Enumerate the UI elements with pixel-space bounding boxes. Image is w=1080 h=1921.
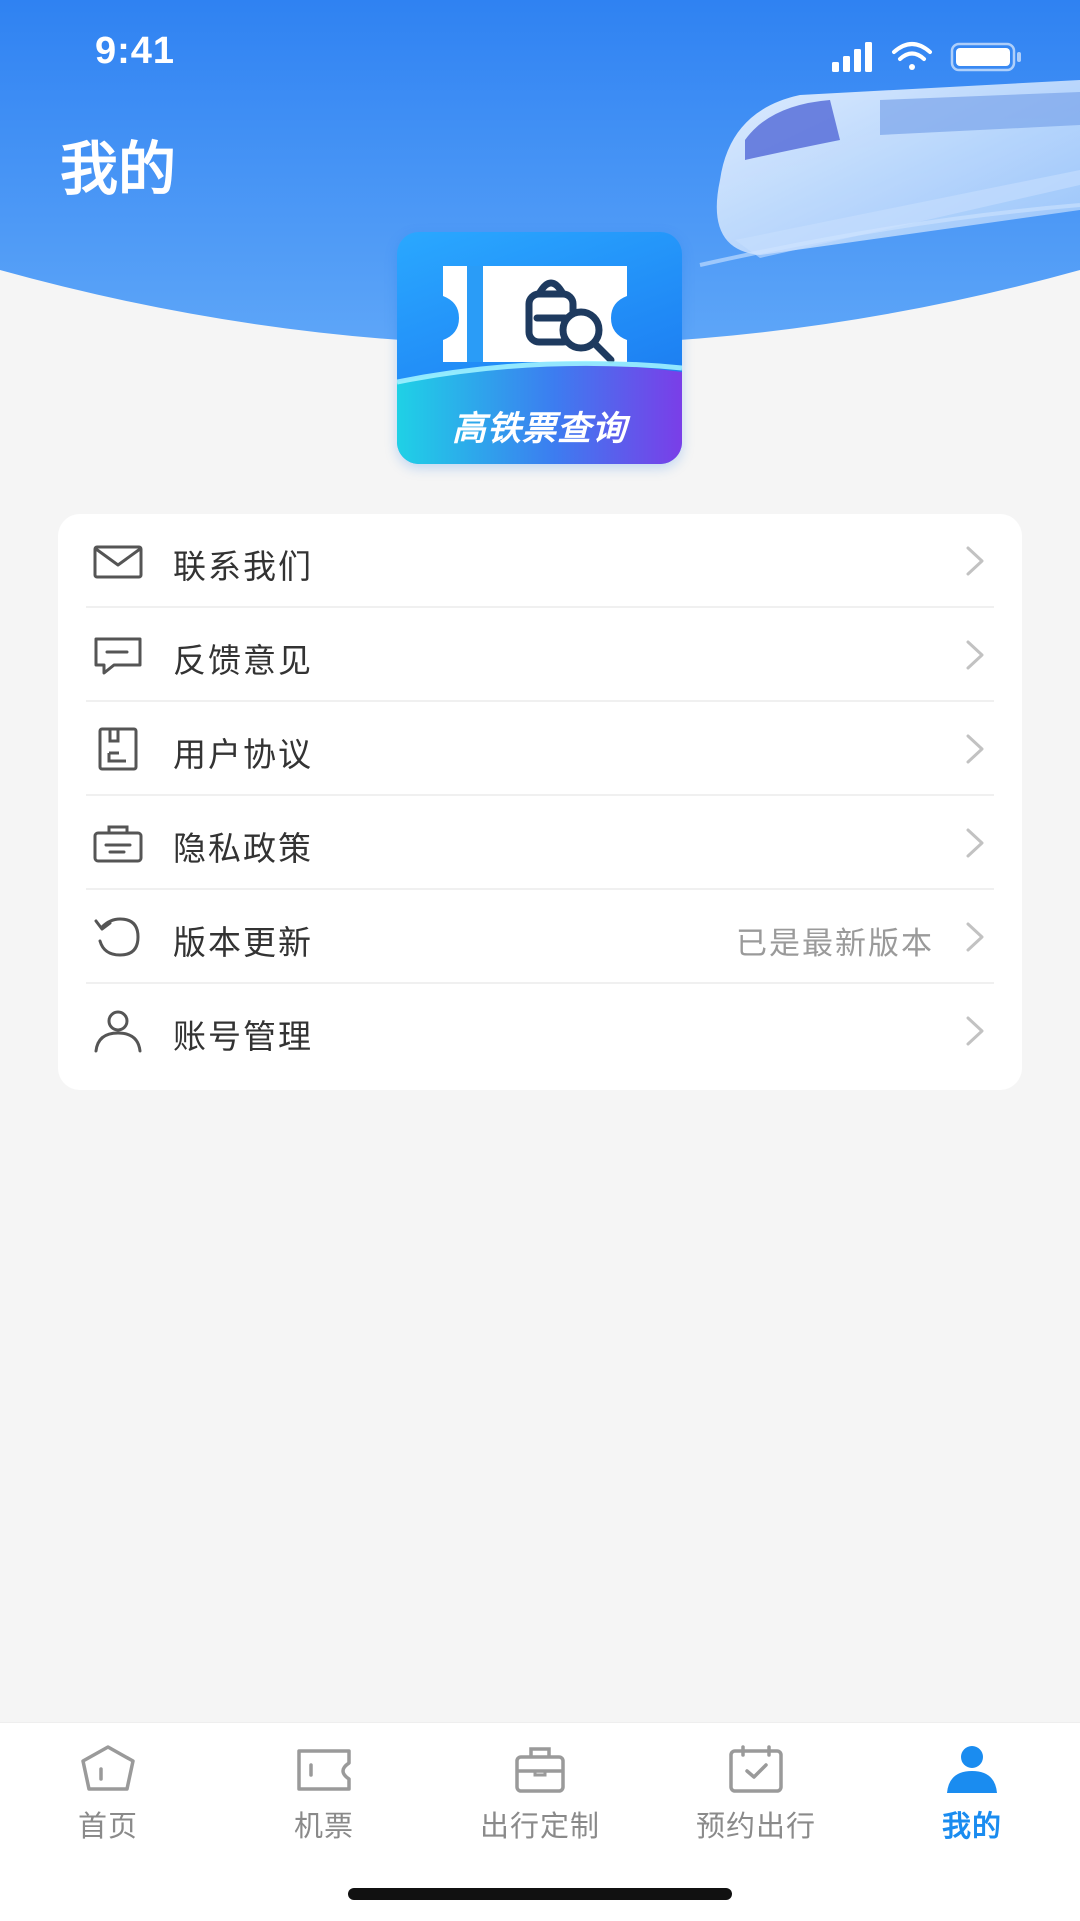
ticket-icon (297, 1749, 351, 1791)
settings-menu: 联系我们 反馈意见 用户协议 隐私政策 版本更新 已是最新版本 账号管理 (58, 514, 1022, 1090)
menu-item-label: 版本更新 (173, 923, 313, 962)
status-time: 9:41 (95, 30, 176, 72)
page-title: 我的 (60, 135, 177, 203)
tab-label: 我的 (941, 1809, 1002, 1843)
privacy-icon (93, 825, 143, 863)
tab-label: 出行定制 (479, 1809, 600, 1843)
app-logo-text: 高铁票查询 (452, 409, 627, 449)
menu-item-label: 联系我们 (173, 547, 313, 586)
signal-icon (832, 42, 872, 72)
tab-mine[interactable]: 我的 (864, 1743, 1080, 1853)
chevron-right-icon (966, 922, 984, 952)
menu-item-version-update[interactable]: 版本更新 已是最新版本 (58, 890, 1022, 984)
profile-icon (947, 1746, 997, 1793)
menu-item-account-management[interactable]: 账号管理 (58, 984, 1022, 1078)
feedback-icon (94, 637, 142, 675)
version-status: 已是最新版本 (736, 926, 934, 962)
tab-reserve-trip[interactable]: 预约出行 (648, 1743, 864, 1853)
calendar-check-icon (729, 1745, 783, 1793)
app-logo: 高铁票查询 (397, 232, 682, 464)
menu-item-label: 反馈意见 (173, 641, 313, 680)
home-icon (81, 1745, 135, 1791)
menu-item-feedback[interactable]: 反馈意见 (58, 608, 1022, 702)
tab-flights[interactable]: 机票 (216, 1743, 432, 1853)
tab-label: 预约出行 (695, 1809, 816, 1843)
wifi-icon (892, 42, 932, 70)
chevron-right-icon (966, 546, 984, 576)
tab-label: 机票 (293, 1809, 354, 1843)
menu-item-contact-us[interactable]: 联系我们 (58, 514, 1022, 608)
tab-label: 首页 (77, 1809, 138, 1843)
refresh-icon (94, 917, 140, 957)
chevron-right-icon (966, 828, 984, 858)
menu-item-label: 用户协议 (173, 735, 313, 774)
chevron-right-icon (966, 640, 984, 670)
suitcase-icon (515, 1747, 565, 1793)
menu-item-user-agreement[interactable]: 用户协议 (58, 702, 1022, 796)
user-icon (94, 1010, 142, 1053)
document-icon (98, 727, 138, 771)
mail-icon (93, 545, 143, 579)
status-bar: 9:41 (0, 0, 1080, 110)
menu-item-privacy-policy[interactable]: 隐私政策 (58, 796, 1022, 890)
chevron-right-icon (966, 1016, 984, 1046)
home-indicator (348, 1888, 732, 1900)
menu-item-label: 账号管理 (173, 1017, 313, 1056)
tab-travel-custom[interactable]: 出行定制 (432, 1743, 648, 1853)
battery-icon (950, 42, 1021, 72)
tab-home[interactable]: 首页 (0, 1743, 216, 1853)
menu-item-label: 隐私政策 (173, 829, 313, 868)
chevron-right-icon (966, 734, 984, 764)
status-icons (832, 42, 1021, 72)
